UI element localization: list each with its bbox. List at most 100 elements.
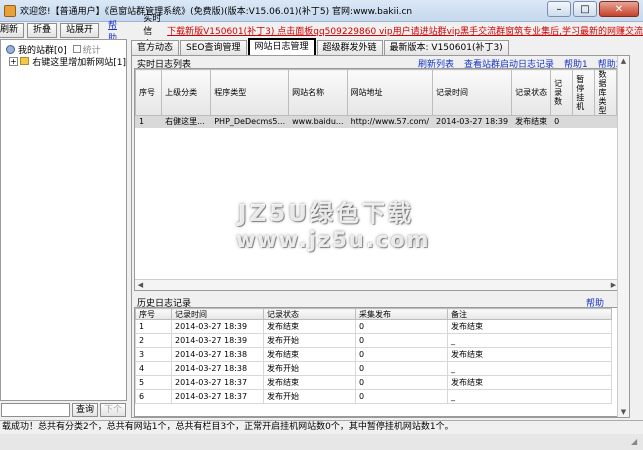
table-cell: 右健这里...: [161, 115, 212, 128]
realtime-log-header: 序号 上级分类 程序类型 网站名称 网站地址 记录时间 记录状态 记录数 暂停挂…: [135, 69, 617, 116]
main-vscroll[interactable]: ▲ ▼: [617, 56, 629, 417]
table-row[interactable]: 2 2014-03-27 18:39 发布开始 0 _: [135, 333, 612, 348]
column-header[interactable]: 序号: [135, 69, 163, 116]
table-cell: 发布结束: [263, 347, 356, 362]
window-controls: – □ ✕: [547, 1, 639, 17]
table-cell: 2014-03-27 18:38: [171, 361, 264, 376]
column-header[interactable]: 上级分类: [161, 69, 212, 116]
column-header[interactable]: 网站地址: [346, 69, 434, 116]
column-header[interactable]: 序号: [135, 308, 172, 320]
table-cell: 4: [135, 361, 172, 376]
realtime-message-link[interactable]: 下载新版V150601(补丁3) 点击面板qq509229860 vip用户请进…: [167, 24, 643, 37]
scroll-track[interactable]: [146, 281, 608, 290]
resize-grip-icon[interactable]: ◢: [631, 437, 641, 447]
query-button[interactable]: 查询: [72, 403, 99, 417]
realtime-hscroll[interactable]: ◀ ▶: [135, 279, 617, 290]
table-cell: _: [447, 361, 612, 376]
column-header[interactable]: 备注: [447, 308, 612, 320]
table-cell: 0: [355, 319, 448, 334]
table-row[interactable]: 4 2014-03-27 18:38 发布开始 0 _: [135, 361, 612, 376]
table-cell: 0: [355, 333, 448, 348]
column-header[interactable]: 记录时间: [432, 69, 513, 116]
column-header[interactable]: 数据库类型: [594, 69, 617, 116]
realtime-log-table: 序号 上级分类 程序类型 网站名称 网站地址 记录时间 记录状态 记录数 暂停挂…: [135, 69, 617, 128]
table-cell: 发布开始: [263, 333, 356, 348]
maximize-button[interactable]: □: [573, 1, 597, 17]
tree-root[interactable]: 我的站群[0] 统计: [1, 43, 126, 56]
table-cell: 1: [135, 319, 172, 334]
window-title: 欢迎您!【普通用户】《邑窗站群管理系统》(免费版)(版本:V15.06.01)(…: [20, 7, 413, 17]
table-row[interactable]: 5 2014-03-27 18:37 发布结束 0 发布结束: [135, 375, 612, 390]
table-cell: 0: [550, 115, 574, 128]
table-cell: 0: [355, 361, 448, 376]
table-cell: 发布结束: [511, 115, 552, 128]
table-cell: 2014-03-27 18:39: [432, 115, 513, 128]
column-header[interactable]: 记录状态: [263, 308, 356, 320]
table-cell: 2014-03-27 18:38: [171, 347, 264, 362]
table-row[interactable]: 1 2014-03-27 18:39 发布结束 0 发布结束: [135, 319, 612, 334]
table-cell: 发布结束: [447, 375, 612, 390]
tree-search-bar: 查询 下个: [0, 402, 127, 418]
table-cell: 0: [355, 347, 448, 362]
app-icon: [4, 4, 16, 17]
table-cell: 5: [135, 375, 172, 390]
tab-site-log[interactable]: 网站日志管理: [247, 38, 316, 55]
table-cell: 2014-03-27 18:37: [171, 389, 264, 404]
table-cell: 发布开始: [263, 361, 356, 376]
close-button[interactable]: ✕: [599, 1, 639, 17]
table-cell: [594, 115, 617, 128]
column-header[interactable]: 记录时间: [171, 308, 264, 320]
history-log-header: 序号 记录时间 记录状态 采集发布 备注: [135, 308, 612, 320]
table-cell: _: [447, 333, 612, 348]
tree-child[interactable]: + 右键这里增加新网站[1]: [1, 55, 126, 68]
column-header[interactable]: 暂停挂机: [572, 69, 596, 116]
table-row[interactable]: 6 2014-03-27 18:37 发布开始 0 _: [135, 389, 612, 404]
column-header[interactable]: 网站名称: [288, 69, 348, 116]
table-cell: http://www.57.com/: [346, 115, 434, 128]
collapse-button[interactable]: 折叠: [27, 23, 58, 38]
table-cell: _: [447, 389, 612, 404]
column-header[interactable]: 记录数: [550, 69, 574, 116]
table-cell: 3: [135, 347, 172, 362]
site-log-panel: 实时日志列表 刷新列表 查看站群启动日志记录 帮助1 帮助2 序号 上级分类 程…: [131, 55, 630, 418]
main-tabs: 官方动态 SEO查询管理 网站日志管理 超级群发外链 最新版本: V150601…: [131, 38, 510, 55]
table-cell: 0: [355, 375, 448, 390]
status-bar: 载成功！总共有分类2个，总共有网站1个，总共有栏目3个，正常开启挂机网站数0个，…: [0, 420, 643, 434]
tree-child-label: 右键这里增加新网站[1]: [32, 57, 126, 68]
scroll-down-icon[interactable]: ▼: [618, 407, 629, 417]
minimize-button[interactable]: –: [547, 1, 571, 17]
tab-latest-version[interactable]: 最新版本: V150601(补丁3): [383, 40, 509, 55]
table-cell: 2: [135, 333, 172, 348]
table-cell: www.baidu...: [288, 115, 348, 128]
history-log-grid: 序号 记录时间 记录状态 采集发布 备注 1 2014-03-27 18:39 …: [134, 307, 618, 417]
table-row[interactable]: 3 2014-03-27 18:38 发布结束 0 发布结束: [135, 347, 612, 362]
title-bar: 欢迎您!【普通用户】《邑窗站群管理系统》(免费版)(版本:V15.06.01)(…: [0, 0, 643, 22]
table-cell: 6: [135, 389, 172, 404]
site-tree-panel: 我的站群[0] 统计 + 右键这里增加新网站[1]: [0, 39, 127, 401]
expand-button[interactable]: 站展开: [60, 23, 100, 38]
scroll-left-icon[interactable]: ◀: [135, 280, 146, 290]
table-cell: 2014-03-27 18:37: [171, 375, 264, 390]
expand-plus-icon[interactable]: +: [9, 56, 18, 66]
column-header[interactable]: 采集发布: [355, 308, 448, 320]
column-header[interactable]: 程序类型: [210, 69, 290, 116]
scroll-up-icon[interactable]: ▲: [618, 56, 629, 66]
next-button[interactable]: 下个: [100, 403, 127, 417]
table-cell: 发布结束: [263, 319, 356, 334]
table-cell: 发布开始: [263, 389, 356, 404]
site-group-icon: [6, 44, 15, 54]
table-cell: 0: [355, 389, 448, 404]
tab-official-news[interactable]: 官方动态: [131, 40, 180, 55]
table-cell: 2014-03-27 18:39: [171, 319, 264, 334]
column-header[interactable]: 记录状态: [511, 69, 552, 116]
tab-seo-query[interactable]: SEO查询管理: [180, 40, 247, 55]
table-cell: [572, 115, 596, 128]
checkbox-box[interactable]: [72, 45, 81, 53]
refresh-button[interactable]: 刷新: [0, 23, 25, 38]
folder-icon: [19, 57, 30, 65]
tab-mass-links[interactable]: 超级群发外链: [316, 40, 383, 55]
realtime-log-grid: 序号 上级分类 程序类型 网站名称 网站地址 记录时间 记录状态 记录数 暂停挂…: [134, 68, 618, 291]
table-cell: 发布结束: [447, 347, 612, 362]
table-row[interactable]: 1 右健这里... PHP_DeDecms5... www.baidu... h…: [135, 115, 617, 128]
tree-search-input[interactable]: [1, 403, 70, 417]
